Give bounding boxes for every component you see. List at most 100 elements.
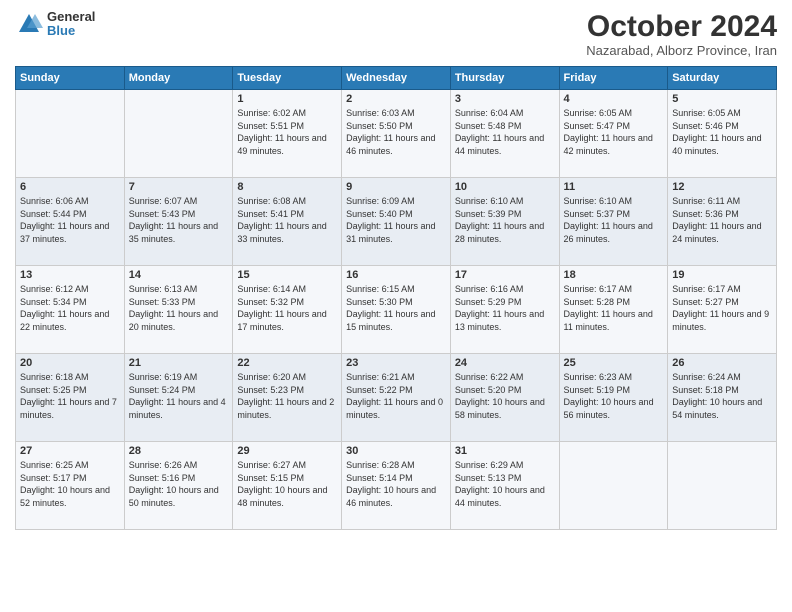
day-number: 19 (672, 269, 772, 281)
calendar-cell: 8Sunrise: 6:08 AM Sunset: 5:41 PM Daylig… (233, 178, 342, 266)
header-cell-thursday: Thursday (450, 67, 559, 90)
calendar-cell: 26 Sunrise: 6:24 AM Sunset: 5:18 PM Dayli… (668, 354, 777, 442)
day-info: Sunrise: 6:03 AM Sunset: 5:50 PM Dayligh… (346, 107, 446, 157)
day-number: 20 (20, 357, 120, 369)
calendar-cell: 17 Sunrise: 6:16 AM Sunset: 5:29 PM Dayli… (450, 266, 559, 354)
day-info: Sunrise: 6:29 AM Sunset: 5:13 PM Dayligh… (455, 459, 555, 509)
day-number: 9 (346, 181, 446, 193)
calendar-cell: 9 Sunrise: 6:09 AM Sunset: 5:40 PM Daylig… (342, 178, 451, 266)
day-info: Sunrise: 6:14 AM Sunset: 5:32 PM Dayligh… (237, 283, 337, 333)
calendar-cell: 22Sunrise: 6:20 AM Sunset: 5:23 PM Dayli… (233, 354, 342, 442)
calendar-cell: 7 Sunrise: 6:07 AM Sunset: 5:43 PM Daylig… (124, 178, 233, 266)
calendar-cell: 3 Sunrise: 6:04 AM Sunset: 5:48 PM Daylig… (450, 90, 559, 178)
calendar-cell (16, 90, 125, 178)
calendar-cell: 27Sunrise: 6:25 AM Sunset: 5:17 PM Dayli… (16, 442, 125, 530)
day-info: Sunrise: 6:05 AM Sunset: 5:46 PM Dayligh… (672, 107, 772, 157)
calendar-title: October 2024 (586, 10, 777, 43)
day-info: Sunrise: 6:07 AM Sunset: 5:43 PM Dayligh… (129, 195, 229, 245)
header: General Blue October 2024 Nazarabad, Alb… (15, 10, 777, 58)
title-block: October 2024 Nazarabad, Alborz Province,… (586, 10, 777, 58)
calendar-cell: 25 Sunrise: 6:23 AM Sunset: 5:19 PM Dayli… (559, 354, 668, 442)
day-info: Sunrise: 6:18 AM Sunset: 5:25 PM Dayligh… (20, 371, 120, 421)
header-cell-friday: Friday (559, 67, 668, 90)
day-info: Sunrise: 6:23 AM Sunset: 5:19 PM Dayligh… (564, 371, 664, 421)
day-number: 29 (237, 445, 337, 457)
day-number: 3 (455, 93, 555, 105)
week-row-4: 20 Sunrise: 6:18 AM Sunset: 5:25 PM Dayli… (16, 354, 777, 442)
day-number: 26 (672, 357, 772, 369)
header-cell-monday: Monday (124, 67, 233, 90)
header-cell-sunday: Sunday (16, 67, 125, 90)
calendar-cell: 29 Sunrise: 6:27 AM Sunset: 5:15 PM Dayli… (233, 442, 342, 530)
header-row: SundayMondayTuesdayWednesdayThursdayFrid… (16, 67, 777, 90)
calendar-cell: 13 Sunrise: 6:12 AM Sunset: 5:34 PM Dayli… (16, 266, 125, 354)
calendar-cell: 31 Sunrise: 6:29 AM Sunset: 5:13 PM Dayli… (450, 442, 559, 530)
calendar-cell: 23 Sunrise: 6:21 AM Sunset: 5:22 PM Dayli… (342, 354, 451, 442)
header-cell-wednesday: Wednesday (342, 67, 451, 90)
day-number: 23 (346, 357, 446, 369)
calendar-cell: 21Sunrise: 6:19 AM Sunset: 5:24 PM Dayli… (124, 354, 233, 442)
day-number: 4 (564, 93, 664, 105)
calendar-cell: 24Sunrise: 6:22 AM Sunset: 5:20 PM Dayli… (450, 354, 559, 442)
calendar-cell: 1Sunrise: 6:02 AM Sunset: 5:51 PM Daylig… (233, 90, 342, 178)
week-row-1: 1Sunrise: 6:02 AM Sunset: 5:51 PM Daylig… (16, 90, 777, 178)
calendar-cell: 4 Sunrise: 6:05 AM Sunset: 5:47 PM Daylig… (559, 90, 668, 178)
day-number: 2 (346, 93, 446, 105)
week-row-3: 13 Sunrise: 6:12 AM Sunset: 5:34 PM Dayli… (16, 266, 777, 354)
calendar-cell: 2 Sunrise: 6:03 AM Sunset: 5:50 PM Daylig… (342, 90, 451, 178)
day-info: Sunrise: 6:06 AM Sunset: 5:44 PM Dayligh… (20, 195, 120, 245)
day-info: Sunrise: 6:26 AM Sunset: 5:16 PM Dayligh… (129, 459, 229, 509)
day-info: Sunrise: 6:24 AM Sunset: 5:18 PM Dayligh… (672, 371, 772, 421)
day-number: 14 (129, 269, 229, 281)
day-number: 7 (129, 181, 229, 193)
day-number: 31 (455, 445, 555, 457)
day-info: Sunrise: 6:11 AM Sunset: 5:36 PM Dayligh… (672, 195, 772, 245)
day-info: Sunrise: 6:15 AM Sunset: 5:30 PM Dayligh… (346, 283, 446, 333)
day-number: 12 (672, 181, 772, 193)
day-number: 11 (564, 181, 664, 193)
calendar-cell: 16Sunrise: 6:15 AM Sunset: 5:30 PM Dayli… (342, 266, 451, 354)
calendar-cell: 12 Sunrise: 6:11 AM Sunset: 5:36 PM Dayli… (668, 178, 777, 266)
day-number: 15 (237, 269, 337, 281)
day-number: 5 (672, 93, 772, 105)
day-number: 24 (455, 357, 555, 369)
page: General Blue October 2024 Nazarabad, Alb… (0, 0, 792, 612)
day-info: Sunrise: 6:16 AM Sunset: 5:29 PM Dayligh… (455, 283, 555, 333)
day-number: 8 (237, 181, 337, 193)
calendar-cell (668, 442, 777, 530)
day-info: Sunrise: 6:21 AM Sunset: 5:22 PM Dayligh… (346, 371, 446, 421)
calendar-table: SundayMondayTuesdayWednesdayThursdayFrid… (15, 66, 777, 530)
day-info: Sunrise: 6:05 AM Sunset: 5:47 PM Dayligh… (564, 107, 664, 157)
day-info: Sunrise: 6:25 AM Sunset: 5:17 PM Dayligh… (20, 459, 120, 509)
day-info: Sunrise: 6:13 AM Sunset: 5:33 PM Dayligh… (129, 283, 229, 333)
header-cell-saturday: Saturday (668, 67, 777, 90)
calendar-cell: 19Sunrise: 6:17 AM Sunset: 5:27 PM Dayli… (668, 266, 777, 354)
day-number: 13 (20, 269, 120, 281)
day-info: Sunrise: 6:17 AM Sunset: 5:28 PM Dayligh… (564, 283, 664, 333)
day-info: Sunrise: 6:27 AM Sunset: 5:15 PM Dayligh… (237, 459, 337, 509)
calendar-cell: 10Sunrise: 6:10 AM Sunset: 5:39 PM Dayli… (450, 178, 559, 266)
calendar-cell: 14 Sunrise: 6:13 AM Sunset: 5:33 PM Dayli… (124, 266, 233, 354)
logo-blue-text: Blue (47, 24, 95, 38)
day-number: 28 (129, 445, 229, 457)
day-info: Sunrise: 6:10 AM Sunset: 5:37 PM Dayligh… (564, 195, 664, 245)
calendar-subtitle: Nazarabad, Alborz Province, Iran (586, 43, 777, 58)
week-row-5: 27Sunrise: 6:25 AM Sunset: 5:17 PM Dayli… (16, 442, 777, 530)
day-number: 25 (564, 357, 664, 369)
day-number: 18 (564, 269, 664, 281)
day-info: Sunrise: 6:09 AM Sunset: 5:40 PM Dayligh… (346, 195, 446, 245)
calendar-cell (124, 90, 233, 178)
calendar-cell: 30 Sunrise: 6:28 AM Sunset: 5:14 PM Dayli… (342, 442, 451, 530)
day-info: Sunrise: 6:12 AM Sunset: 5:34 PM Dayligh… (20, 283, 120, 333)
calendar-cell: 20 Sunrise: 6:18 AM Sunset: 5:25 PM Dayli… (16, 354, 125, 442)
day-number: 22 (237, 357, 337, 369)
logo: General Blue (15, 10, 95, 39)
day-info: Sunrise: 6:04 AM Sunset: 5:48 PM Dayligh… (455, 107, 555, 157)
day-number: 1 (237, 93, 337, 105)
day-number: 30 (346, 445, 446, 457)
calendar-cell: 28 Sunrise: 6:26 AM Sunset: 5:16 PM Dayli… (124, 442, 233, 530)
calendar-cell: 5 Sunrise: 6:05 AM Sunset: 5:46 PM Daylig… (668, 90, 777, 178)
calendar-cell: 11 Sunrise: 6:10 AM Sunset: 5:37 PM Dayli… (559, 178, 668, 266)
day-info: Sunrise: 6:28 AM Sunset: 5:14 PM Dayligh… (346, 459, 446, 509)
day-number: 17 (455, 269, 555, 281)
